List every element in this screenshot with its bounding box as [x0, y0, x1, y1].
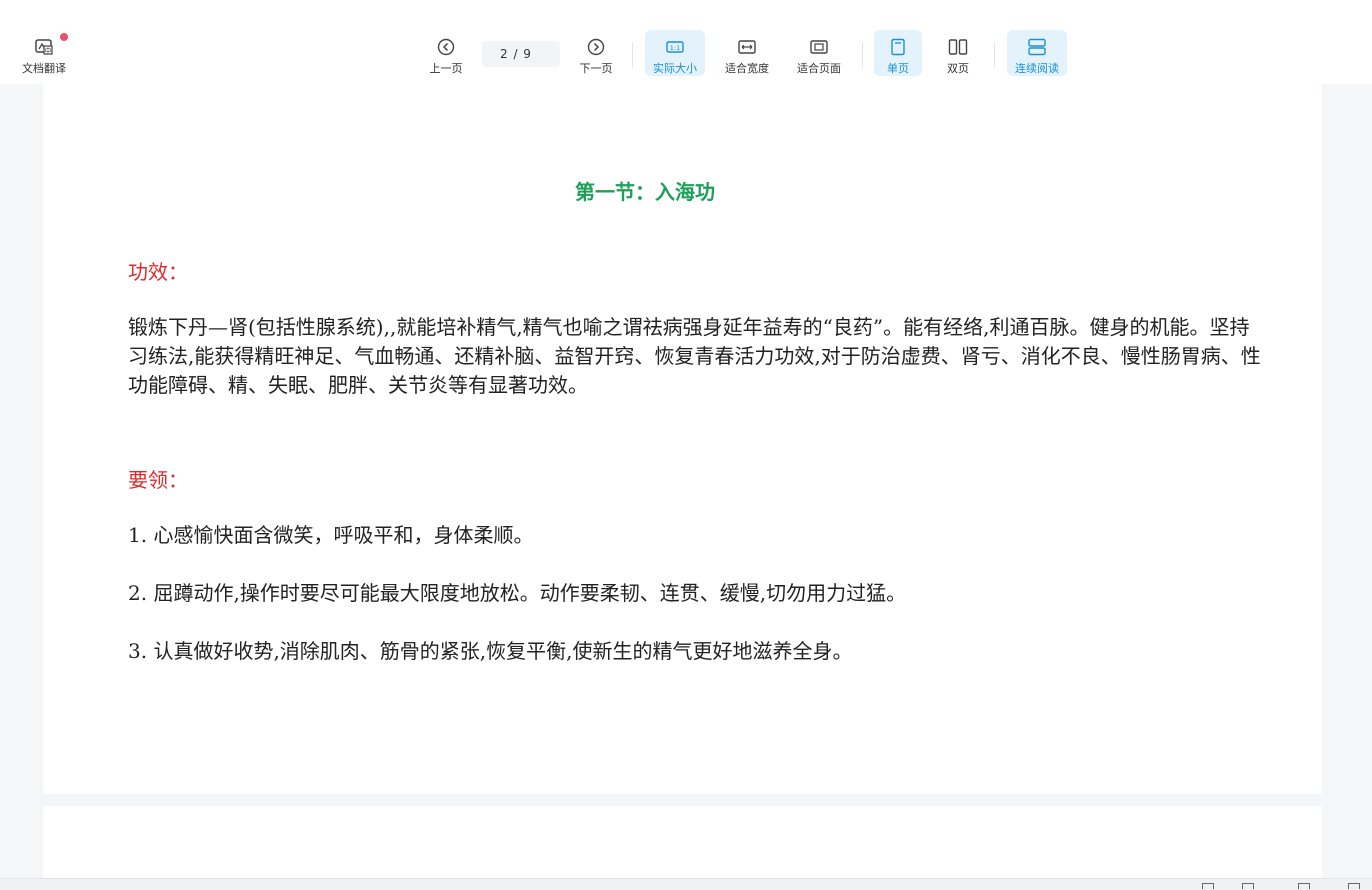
single-page-label: 单页: [887, 62, 909, 75]
page-number-input[interactable]: 2 / 9: [482, 41, 560, 67]
continuous-reading-icon: [1027, 36, 1047, 58]
fit-width-label: 适合宽度: [725, 62, 769, 75]
essential-point: 2. 屈蹲动作,操作时要尽可能最大限度地放松。动作要柔韧、连贯、缓慢,切勿用力过…: [128, 581, 907, 605]
essentials-heading: 要领：: [128, 468, 188, 492]
prev-page-label: 上一页: [429, 62, 463, 75]
fit-width-button[interactable]: 适合宽度: [720, 36, 774, 75]
chevron-left-circle-icon: [437, 36, 455, 58]
essential-point: 1. 心感愉快面含微笑，呼吸平和，身体柔顺。: [128, 523, 534, 547]
fit-page-button[interactable]: 适合页面: [792, 36, 846, 75]
svg-text:中: 中: [45, 46, 52, 55]
single-page-icon: [890, 36, 906, 58]
svg-text:1:1: 1:1: [670, 44, 680, 52]
translate-button[interactable]: 中 文档翻译: [14, 36, 74, 75]
double-page-status-icon[interactable]: [1242, 883, 1254, 889]
continuous-reading-label: 连续阅读: [1015, 62, 1059, 75]
chevron-right-circle-icon: [587, 36, 605, 58]
next-document-page: [43, 806, 1322, 889]
section-title: 第一节：入海功: [575, 180, 715, 204]
next-page-button[interactable]: 下一页: [576, 36, 616, 75]
toolbar-divider: [862, 42, 863, 68]
toolbar-divider: [994, 42, 995, 68]
effect-heading: 功效：: [128, 260, 188, 284]
translate-icon: 中: [34, 36, 54, 58]
next-page-label: 下一页: [579, 62, 613, 75]
actual-size-label: 实际大小: [653, 62, 697, 75]
prev-page-button[interactable]: 上一页: [426, 36, 466, 75]
essential-point: 3. 认真做好收势,消除肌肉、筋骨的紧张,恢复平衡,使新生的精气更好地滋养全身。: [128, 639, 853, 663]
fit-width-icon: [737, 36, 757, 58]
notification-dot: [60, 33, 68, 41]
viewer-toolbar: 中 文档翻译 上一页 2 / 9 下一页 1:1 实际大小 适合宽度 适合页面 …: [0, 0, 1372, 84]
fullscreen-status-icon[interactable]: [1348, 883, 1360, 889]
effect-paragraph: 锻炼下丹—肾(包括性腺系统),,就能培补精气,精气也喻之谓祛病强身延年益寿的“良…: [128, 315, 1261, 397]
fit-page-icon: [809, 36, 829, 58]
double-page-icon: [948, 36, 968, 58]
double-page-label: 双页: [947, 62, 969, 75]
status-bar: [0, 878, 1372, 890]
single-page-button[interactable]: 单页: [874, 30, 922, 76]
fit-page-status-icon[interactable]: [1298, 883, 1310, 889]
translate-label: 文档翻译: [22, 62, 66, 75]
document-page: 第一节：入海功 功效： 锻炼下丹—肾(包括性腺系统),,就能培补精气,精气也喻之…: [43, 84, 1322, 794]
single-page-status-icon[interactable]: [1202, 883, 1214, 889]
continuous-reading-button[interactable]: 连续阅读: [1007, 30, 1067, 76]
actual-size-button[interactable]: 1:1 实际大小: [645, 30, 705, 76]
fit-page-label: 适合页面: [797, 62, 841, 75]
actual-size-icon: 1:1: [665, 36, 685, 58]
double-page-button[interactable]: 双页: [934, 36, 982, 75]
toolbar-divider: [632, 42, 633, 68]
